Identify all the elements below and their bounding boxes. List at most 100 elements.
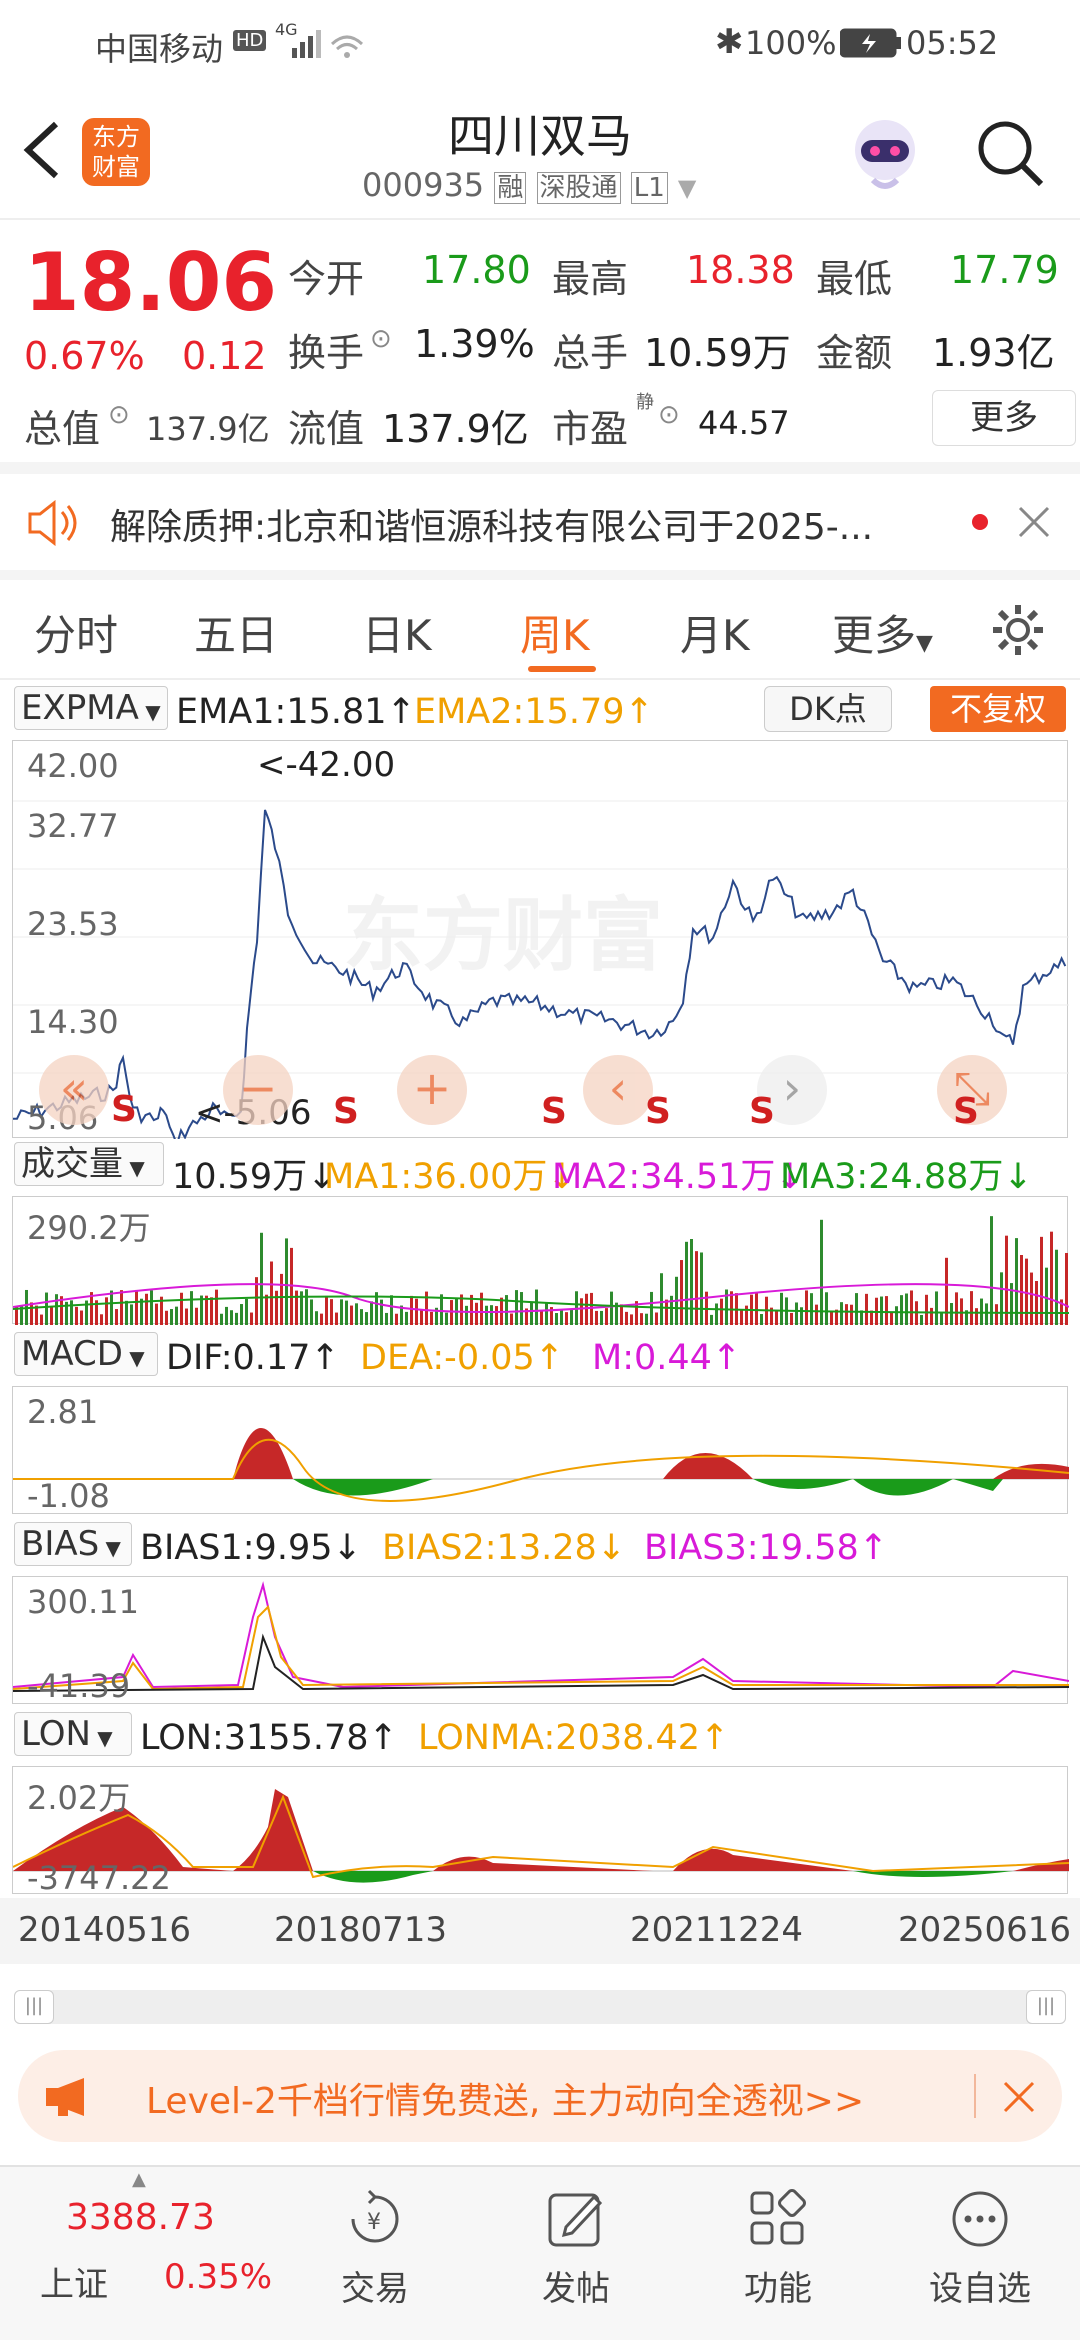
volume-bar [630, 1314, 633, 1325]
index-ticker[interactable]: ▲ 3388.73 上证 0.35% [0, 2167, 272, 2342]
volume-bar [555, 1313, 558, 1325]
open-label: 今开 [288, 257, 365, 301]
stock-code-row: 000935 融 深股通 L1 ▼ [362, 166, 696, 204]
tab-monthly-k[interactable]: 月K [680, 602, 750, 663]
volume-bar [600, 1310, 603, 1325]
svg-text:¥: ¥ [367, 2210, 381, 2235]
price-line [13, 809, 1067, 1139]
close-icon[interactable] [1016, 504, 1052, 540]
volume-bar [535, 1289, 538, 1325]
volume-bar [75, 1306, 78, 1325]
tab-more[interactable]: 更多▼ [832, 602, 933, 663]
info-icon[interactable]: ⊙ [658, 400, 680, 430]
macd-chart-panel[interactable]: 2.81 -1.08 [12, 1386, 1069, 1515]
volume-bar [230, 1310, 233, 1325]
volume-bar [695, 1251, 698, 1325]
volume-bar [935, 1291, 938, 1325]
notice-bar[interactable]: 解除质押:北京和谐恒源科技有限公司于2025-... [0, 474, 1080, 570]
volume-bar [1045, 1267, 1048, 1325]
scroll-left-button[interactable]: ‹ [583, 1055, 653, 1125]
volume-bar [145, 1293, 148, 1325]
volume-label: 总手 [552, 331, 629, 375]
volume-bar [125, 1300, 128, 1325]
volume-bar [640, 1313, 643, 1325]
volume-bar [510, 1313, 513, 1325]
nav-functions[interactable]: 功能 [708, 2187, 848, 2310]
volume-bar [760, 1314, 763, 1325]
adjust-button[interactable]: 不复权 [930, 686, 1066, 732]
m-value: M:0.44↑ [592, 1338, 742, 1378]
settings-gear-icon[interactable] [990, 602, 1046, 658]
volume-bar [225, 1306, 228, 1325]
lon-chart-panel[interactable]: 2.02万 -3747.22 [12, 1766, 1069, 1897]
indicator-select-bias[interactable]: BIAS ▼ [14, 1522, 132, 1566]
sell-signal: S [541, 1091, 567, 1132]
indicator-select-macd[interactable]: MACD ▼ [14, 1332, 158, 1376]
search-icon[interactable] [975, 118, 1047, 190]
volume-bar [820, 1219, 823, 1325]
tab-weekly-k[interactable]: 周K [520, 602, 590, 663]
volume-bar [795, 1302, 798, 1325]
volume-bar [580, 1298, 583, 1325]
volume-bar [895, 1306, 898, 1325]
expma-legend: EXPMA ▼ EMA1:15.81↑ EMA2:15.79↑ DK点 不复权 [0, 686, 1080, 736]
nav-add-watchlist[interactable]: 设自选 [910, 2187, 1050, 2310]
volume-bar [885, 1296, 888, 1325]
volume-bar [40, 1314, 43, 1325]
volume-bar [605, 1308, 608, 1325]
tab-5day[interactable]: 五日 [194, 602, 278, 663]
volume-chart [13, 1216, 1069, 1325]
volume-bar [420, 1309, 423, 1325]
nav-trade[interactable]: ¥ 交易 [305, 2187, 445, 2310]
tab-daily-k[interactable]: 日K [362, 602, 432, 663]
volume-bar [685, 1241, 688, 1325]
macd-positive-bars [233, 1428, 1069, 1479]
volume-bar [530, 1302, 533, 1325]
zoom-out-button[interactable]: − [223, 1055, 293, 1125]
robot-assistant-icon[interactable] [845, 114, 925, 194]
last-price: 18.06 [24, 236, 278, 329]
promo-banner[interactable]: Level-2千档行情免费送, 主力动向全透视>> [18, 2050, 1062, 2142]
bias1-value: BIAS1:9.95↓ [140, 1528, 362, 1568]
signal-wifi-icon [292, 30, 364, 58]
indicator-select-lon[interactable]: LON ▼ [14, 1712, 132, 1756]
info-icon[interactable]: ⊙ [370, 324, 392, 354]
back-icon[interactable] [20, 120, 64, 180]
volume-bar [395, 1313, 398, 1325]
price-chart-panel[interactable]: 东方财富 42.00 32.77 23.53 14.30 5.06 <-42.0… [12, 740, 1069, 1139]
volume-chart-panel[interactable]: 290.2万 [12, 1196, 1069, 1325]
scrollbar-left-handle[interactable]: ||| [14, 1990, 54, 2024]
active-tab-indicator [528, 666, 596, 672]
volume-bar [680, 1260, 683, 1325]
nav-post[interactable]: 发帖 [506, 2187, 646, 2310]
more-button[interactable]: 更多 [932, 390, 1076, 446]
chevron-down-icon: ▼ [123, 1156, 145, 1180]
sell-signal: S [111, 1089, 137, 1130]
volume-bar [465, 1305, 468, 1325]
bias-chart-panel[interactable]: 300.11 -41.39 [12, 1576, 1069, 1705]
volume-bar [280, 1273, 283, 1325]
timeline-scrollbar[interactable]: ||| ||| [14, 1990, 1066, 2024]
indicator-select-volume[interactable]: 成交量 ▼ [14, 1142, 164, 1186]
dropdown-icon[interactable]: ▼ [678, 174, 696, 202]
indicator-name: 成交量 [21, 1144, 123, 1184]
volume-bar [545, 1302, 548, 1325]
turnover-value: 1.39% [414, 322, 535, 366]
zoom-in-button[interactable]: + [397, 1055, 467, 1125]
period-tabs: 分时 五日 日K 周K 月K 更多▼ [0, 580, 1080, 680]
edit-post-icon [548, 2193, 603, 2247]
indicator-select-expma[interactable]: EXPMA ▼ [14, 686, 168, 730]
tab-intraday[interactable]: 分时 [34, 602, 118, 663]
more-dots-icon [952, 2191, 1008, 2247]
scroll-left-fast-button[interactable]: « [39, 1055, 109, 1125]
info-icon[interactable]: ⊙ [108, 400, 130, 430]
volume-bar [845, 1304, 848, 1325]
volume-bar [955, 1292, 958, 1325]
scrollbar-right-handle[interactable]: ||| [1026, 1990, 1066, 2024]
notice-text: 解除质押:北京和谐恒源科技有限公司于2025-... [110, 498, 873, 550]
close-icon[interactable] [1002, 2080, 1036, 2114]
volume-bar [355, 1303, 358, 1325]
eastmoney-logo[interactable]: 东方 财富 [82, 118, 150, 186]
volume-bar [445, 1312, 448, 1325]
dk-point-button[interactable]: DK点 [764, 686, 892, 732]
